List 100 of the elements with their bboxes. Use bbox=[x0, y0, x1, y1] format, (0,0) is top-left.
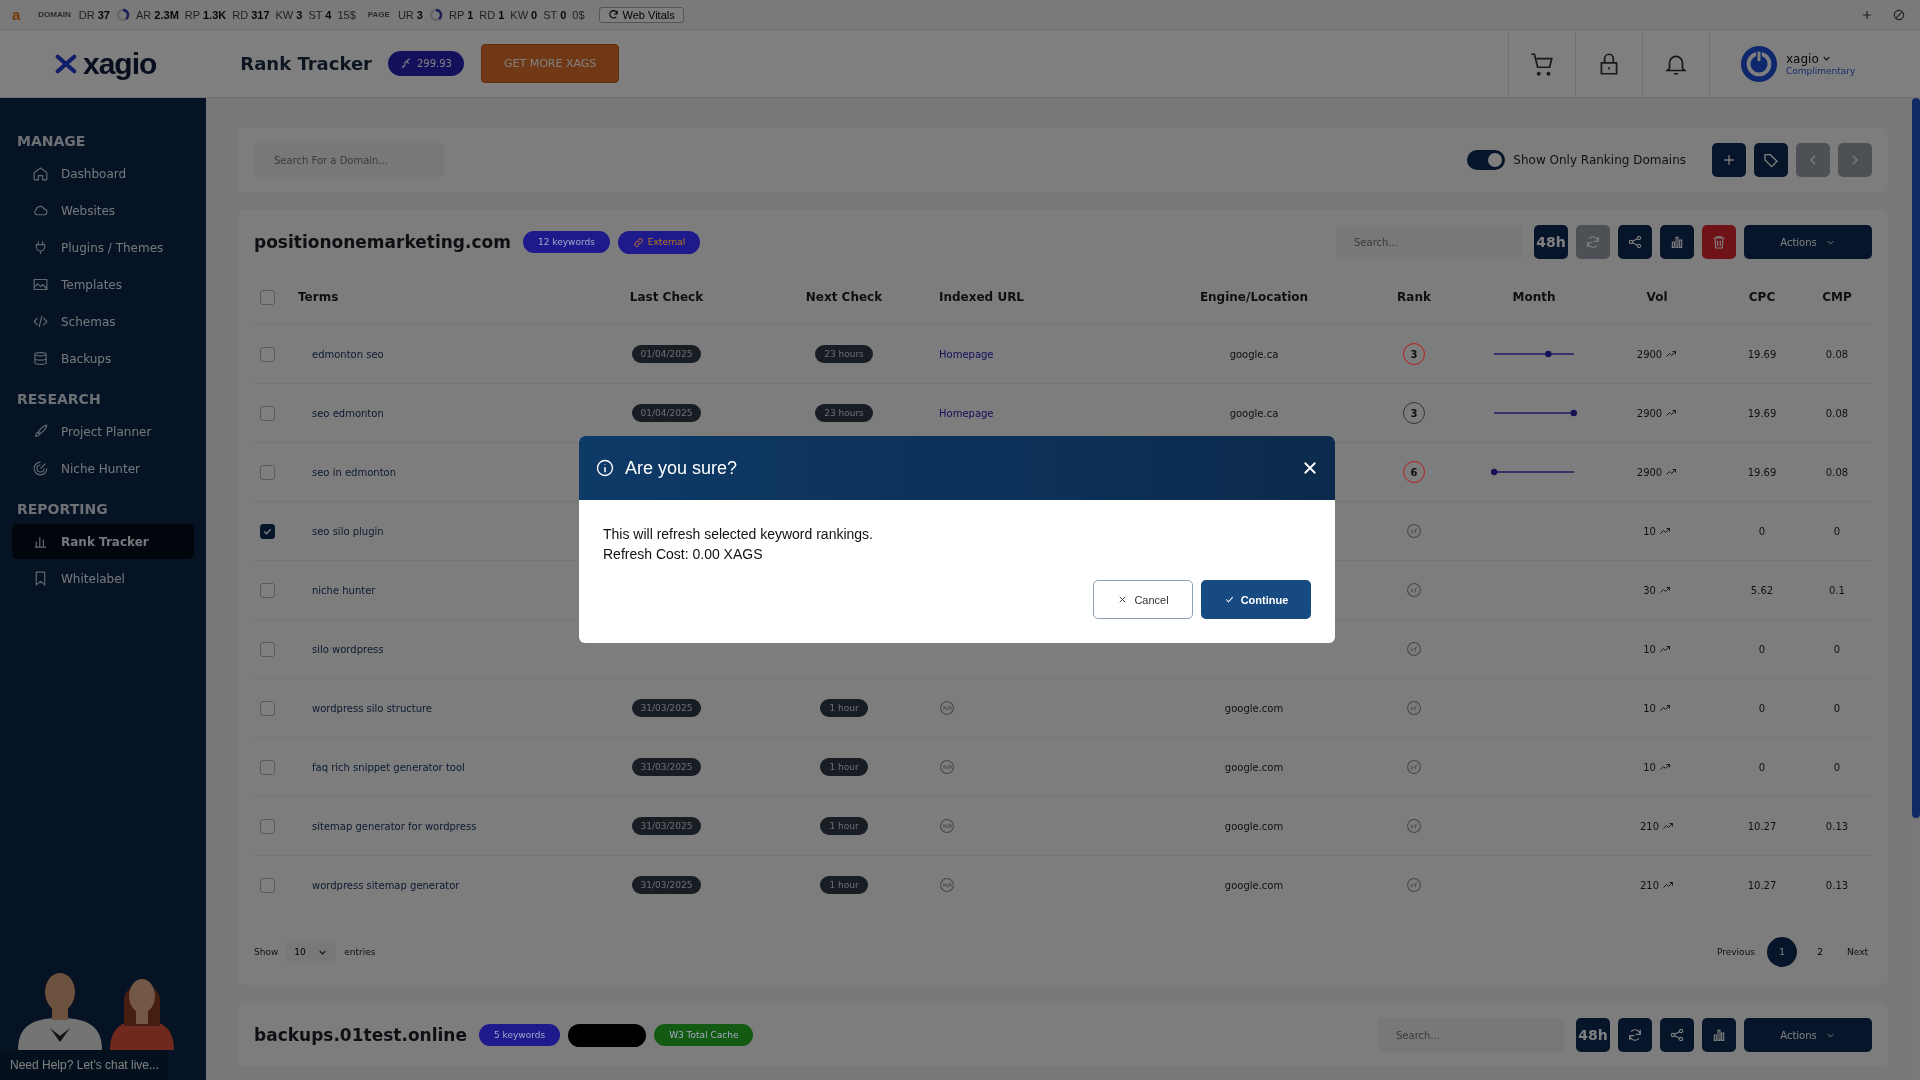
keyword-link[interactable]: seo in edmonton bbox=[312, 466, 397, 478]
share-button[interactable] bbox=[1618, 225, 1652, 259]
user-plan: Complimentary bbox=[1786, 65, 1856, 76]
column-header[interactable]: Engine/Location bbox=[1154, 290, 1354, 304]
tag-button[interactable] bbox=[1754, 143, 1788, 177]
section-heading: RESEARCH bbox=[16, 390, 102, 409]
page-button[interactable]: 1 bbox=[1767, 937, 1798, 967]
keyword-link[interactable]: wordpress silo structure bbox=[312, 702, 432, 714]
row-checkbox[interactable] bbox=[260, 405, 275, 421]
no-rank-icon bbox=[1406, 818, 1422, 834]
row-checkbox[interactable] bbox=[260, 700, 275, 716]
toggle-switch[interactable] bbox=[1467, 150, 1506, 170]
sidebar-item[interactable]: Websites bbox=[12, 193, 194, 228]
chat-button[interactable]: Need Help? Let's chat live... bbox=[0, 1050, 170, 1080]
external-link-badge[interactable]: External bbox=[617, 230, 701, 254]
column-header[interactable]: Terms bbox=[289, 290, 584, 304]
sidebar-item[interactable]: Project Planner bbox=[12, 414, 194, 449]
keyword-link[interactable]: seo silo plugin bbox=[312, 525, 384, 537]
balance-button[interactable]: 299.93 bbox=[388, 51, 464, 76]
sidebar-item[interactable]: Schemas bbox=[12, 304, 194, 339]
bar-chart-button[interactable] bbox=[1702, 1018, 1736, 1052]
metric: RD 317 bbox=[232, 8, 270, 21]
continue-button[interactable]: Continue bbox=[1201, 580, 1311, 619]
plus-button[interactable] bbox=[1712, 143, 1746, 177]
database-icon bbox=[32, 350, 49, 367]
sidebar-item[interactable]: Templates bbox=[12, 267, 194, 302]
row-checkbox[interactable] bbox=[260, 818, 275, 834]
blocked-icon[interactable] bbox=[1892, 7, 1906, 22]
keyword-search-field[interactable]: Search... bbox=[1336, 225, 1522, 259]
metric-cost: 15$ bbox=[337, 8, 356, 21]
indexed-url-link[interactable]: Homepage bbox=[939, 407, 994, 419]
row-checkbox[interactable] bbox=[260, 759, 275, 775]
engine-text: google.com bbox=[1224, 820, 1284, 832]
avatar-icon[interactable] bbox=[1740, 44, 1778, 83]
row-checkbox[interactable] bbox=[260, 523, 275, 539]
keyword-link[interactable]: seo edmonton bbox=[312, 407, 384, 419]
cmp-text: 0 bbox=[1833, 702, 1841, 714]
volume-text: 210 bbox=[1639, 879, 1660, 891]
row-checkbox[interactable] bbox=[260, 346, 275, 362]
share-icon bbox=[1669, 1027, 1685, 1043]
section-heading: MANAGE bbox=[16, 132, 87, 151]
engine-text: google.ca bbox=[1229, 407, 1279, 419]
next-link[interactable]: Next bbox=[1847, 947, 1868, 957]
domain-search-field[interactable]: Search For a Domain... bbox=[254, 143, 444, 177]
keyword-link[interactable]: faq rich snippet generator tool bbox=[312, 761, 465, 773]
keyword-link[interactable]: edmonton seo bbox=[312, 348, 384, 360]
get-more-button[interactable]: GET MORE XAGS bbox=[481, 44, 620, 83]
period-button[interactable]: 48h bbox=[1534, 225, 1568, 259]
page-title: Rank Tracker bbox=[240, 53, 372, 74]
column-header[interactable]: Last Check bbox=[584, 290, 749, 304]
keyword-link[interactable]: silo wordpress bbox=[312, 643, 384, 655]
actions-dropdown[interactable]: Actions bbox=[1744, 1018, 1872, 1052]
sidebar-item[interactable]: Dashboard bbox=[12, 156, 194, 191]
badge: 12 keywords bbox=[522, 231, 610, 253]
bar-chart-button[interactable] bbox=[1660, 225, 1694, 259]
column-header[interactable]: Rank bbox=[1354, 290, 1474, 304]
cancel-button[interactable]: Cancel bbox=[1093, 580, 1193, 619]
column-header[interactable]: CPC bbox=[1720, 290, 1804, 304]
trash-button[interactable] bbox=[1702, 225, 1736, 259]
keyword-link[interactable]: niche hunter bbox=[312, 584, 376, 596]
keyword-link[interactable]: wordpress sitemap generator bbox=[312, 879, 460, 891]
column-header[interactable]: Indexed URL bbox=[939, 290, 1154, 304]
sidebar-item[interactable]: Whitelabel bbox=[12, 561, 194, 596]
period-button[interactable]: 48h bbox=[1576, 1018, 1610, 1052]
column-header[interactable]: Vol bbox=[1594, 290, 1720, 304]
select-all-checkbox[interactable] bbox=[260, 289, 275, 305]
sidebar-item[interactable]: Niche Hunter bbox=[12, 451, 194, 486]
column-header[interactable]: Next Check bbox=[749, 290, 939, 304]
refresh-icon bbox=[1585, 234, 1601, 250]
close-icon[interactable] bbox=[1301, 459, 1319, 477]
row-checkbox[interactable] bbox=[260, 877, 275, 893]
logo-text[interactable]: xagio bbox=[83, 46, 157, 81]
column-header[interactable]: Month bbox=[1474, 290, 1594, 304]
cpc-text: 0 bbox=[1758, 761, 1766, 773]
scrollbar-thumb[interactable] bbox=[1912, 98, 1920, 818]
column-header[interactable]: CMP bbox=[1804, 290, 1870, 304]
keyword-link[interactable]: sitemap generator for wordpress bbox=[312, 820, 477, 832]
page-button[interactable]: 2 bbox=[1805, 937, 1836, 967]
row-checkbox[interactable] bbox=[260, 464, 275, 480]
previous-link[interactable]: Previous bbox=[1717, 947, 1756, 957]
volume-text: 10 bbox=[1643, 525, 1656, 537]
actions-dropdown[interactable]: Actions bbox=[1744, 225, 1872, 259]
logo-icon[interactable] bbox=[55, 52, 77, 75]
no-rank-icon bbox=[1406, 523, 1422, 539]
web-vitals-button[interactable]: Web Vitals bbox=[598, 6, 684, 23]
sidebar-item[interactable]: Backups bbox=[12, 341, 194, 376]
share-button[interactable] bbox=[1660, 1018, 1694, 1052]
volume-text: 10 bbox=[1643, 643, 1656, 655]
indexed-url-link[interactable]: Homepage bbox=[939, 348, 994, 360]
keyword-search-field[interactable]: Search... bbox=[1378, 1018, 1564, 1052]
sidebar-item[interactable]: Rank Tracker bbox=[12, 524, 194, 559]
no-rank-icon bbox=[1406, 582, 1422, 598]
row-checkbox[interactable] bbox=[260, 582, 275, 598]
sidebar-item[interactable]: Plugins / Themes bbox=[12, 230, 194, 265]
cart-icon[interactable] bbox=[1529, 50, 1555, 77]
user-menu[interactable]: xagio bbox=[1786, 51, 1832, 66]
page-size-select[interactable]: 10 bbox=[286, 941, 337, 963]
date-pill: 31/03/2025 bbox=[631, 758, 702, 776]
row-checkbox[interactable] bbox=[260, 641, 275, 657]
refresh-button[interactable] bbox=[1618, 1018, 1652, 1052]
